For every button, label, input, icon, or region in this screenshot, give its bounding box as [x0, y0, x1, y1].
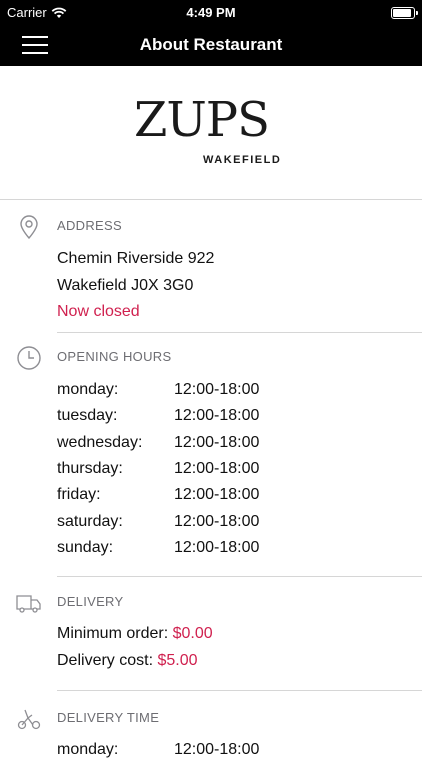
hours-day: wednesday:: [57, 434, 143, 451]
open-status: Now closed: [57, 303, 140, 320]
page-title: About Restaurant: [139, 35, 283, 54]
logo-wordmark: ZUPS: [134, 94, 269, 148]
delivery-time-day: monday:: [57, 741, 119, 758]
address-heading: ADDRESS: [57, 218, 122, 233]
opening-hours-heading: OPENING HOURS: [57, 349, 172, 364]
delivery-cost-value: $5.00: [157, 652, 198, 669]
address-line-1: Chemin Riverside 922: [57, 250, 215, 267]
hours-day: thursday:: [57, 460, 123, 477]
delivery-time-value: 12:00-18:00: [174, 741, 260, 758]
address-line-2: Wakefield J0X 3G0: [57, 277, 194, 294]
hours-day: friday:: [57, 486, 101, 503]
divider: [57, 576, 422, 577]
hours-day: saturday:: [57, 513, 123, 530]
clock: 4:49 PM: [186, 5, 236, 20]
status-bar: Carrier 4:49 PM: [0, 0, 422, 26]
hours-value: 12:00-18:00: [174, 539, 260, 556]
location-pin-icon: [20, 215, 38, 240]
restaurant-logo-area: ZUPS WAKEFIELD: [0, 66, 422, 200]
delivery-time-heading: DELIVERY TIME: [57, 710, 160, 725]
logo-subtitle: WAKEFIELD: [203, 154, 281, 166]
navigation-bar: About Restaurant: [0, 26, 422, 66]
minimum-order-value: $0.00: [172, 625, 213, 642]
divider: [57, 332, 422, 333]
hours-value: 12:00-18:00: [174, 381, 260, 398]
hours-value: 12:00-18:00: [174, 434, 260, 451]
restaurant-logo: ZUPS WAKEFIELD: [134, 94, 281, 166]
hours-day: sunday:: [57, 539, 114, 556]
battery-icon: [391, 7, 418, 19]
delivery-cost-label: Delivery cost:: [57, 652, 154, 669]
delivery-heading: DELIVERY: [57, 594, 124, 609]
minimum-order-label: Minimum order:: [57, 625, 169, 642]
delivery-truck-icon: [16, 595, 41, 613]
clock-icon: [17, 346, 41, 370]
hours-value: 12:00-18:00: [174, 460, 260, 477]
hours-value: 12:00-18:00: [174, 407, 260, 424]
delivery-scooter-icon: [17, 709, 41, 730]
delivery-cost-line: Delivery cost: $5.00: [57, 652, 198, 670]
hours-day: monday:: [57, 381, 119, 398]
hours-value: 12:00-18:00: [174, 486, 260, 503]
hours-value: 12:00-18:00: [174, 513, 260, 530]
minimum-order-line: Minimum order: $0.00: [57, 625, 213, 643]
divider: [57, 690, 422, 691]
hours-day: tuesday:: [57, 407, 118, 424]
